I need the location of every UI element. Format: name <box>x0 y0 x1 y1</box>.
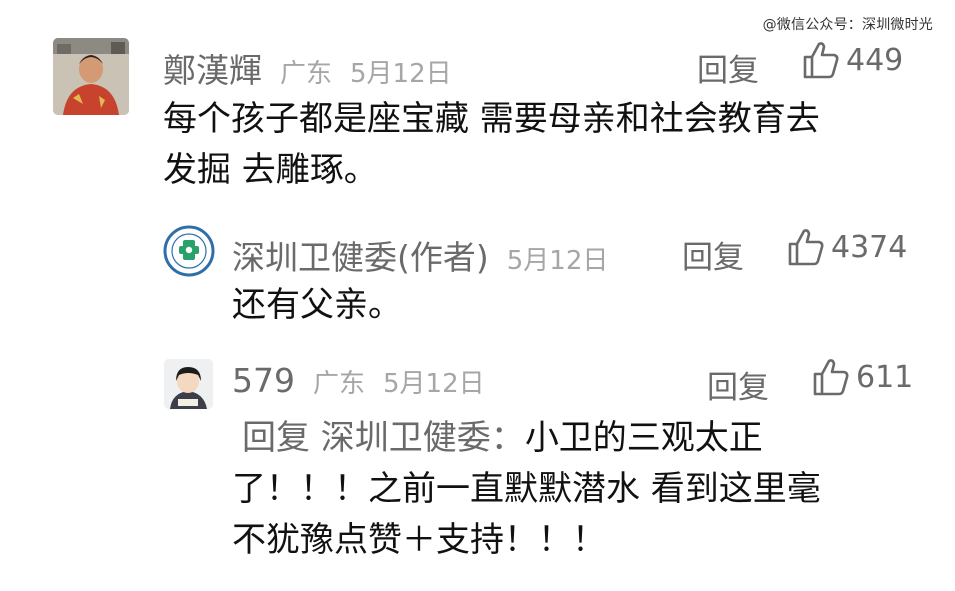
comment-body: 回复 深圳卫健委：小卫的三观太正 了！！！之前一直默默潜水 看到这里毫 不犹豫点… <box>232 413 821 566</box>
reply-button[interactable]: 回复 <box>697 45 759 90</box>
comment-date: 5月12日 <box>506 246 609 276</box>
like-count: 611 <box>856 359 914 395</box>
like-button[interactable]: 449 <box>802 40 903 80</box>
comment-date: 5月12日 <box>350 59 452 89</box>
like-button[interactable]: 4374 <box>787 227 907 267</box>
avatar[interactable] <box>163 225 215 277</box>
comment-line: 还有父亲。 <box>232 285 402 325</box>
comment-line: 回复 深圳卫健委：小卫的三观太正 <box>232 413 821 464</box>
avatar[interactable] <box>53 38 129 115</box>
comment-body: 每个孩子都是座宝藏 需要母亲和社会教育去 发掘 去雕琢。 <box>163 94 820 196</box>
like-count: 4374 <box>831 229 908 265</box>
comment-line: 不犹豫点赞＋支持！！！ <box>232 520 606 560</box>
reply-button[interactable]: 回复 <box>682 232 744 277</box>
avatar-image <box>53 38 129 115</box>
reply-button[interactable]: 回复 <box>707 362 769 407</box>
comment-author[interactable]: 鄭漢輝 <box>163 44 262 92</box>
comment-author[interactable]: 深圳卫健委(作者) <box>232 231 489 279</box>
avatar[interactable] <box>164 359 213 409</box>
comment-line-text: 小卫的三观太正 <box>524 418 763 458</box>
reply-to-mention[interactable]: 回复 深圳卫健委： <box>242 418 525 458</box>
comment-line: 每个孩子都是座宝藏 需要母亲和社会教育去 <box>163 99 820 139</box>
comment-region: 广东 <box>313 369 366 399</box>
thumbs-up-icon <box>813 359 849 396</box>
comment-body: 还有父亲。 <box>232 280 402 331</box>
comment-region: 广东 <box>280 59 333 89</box>
watermark: @微信公众号：深圳微时光 <box>762 17 933 33</box>
comment-author[interactable]: 579 <box>232 361 295 400</box>
thumbs-up-icon <box>803 42 839 79</box>
like-button[interactable]: 611 <box>812 357 913 397</box>
thumbs-up-icon <box>788 229 824 266</box>
comment-line: 了！！！之前一直默默潜水 看到这里毫 <box>232 469 821 509</box>
comment-date: 5月12日 <box>383 369 485 399</box>
comment-line: 发掘 去雕琢。 <box>163 150 378 190</box>
like-count: 449 <box>846 42 904 78</box>
health-commission-logo-icon <box>163 225 215 277</box>
avatar-image <box>164 359 213 409</box>
